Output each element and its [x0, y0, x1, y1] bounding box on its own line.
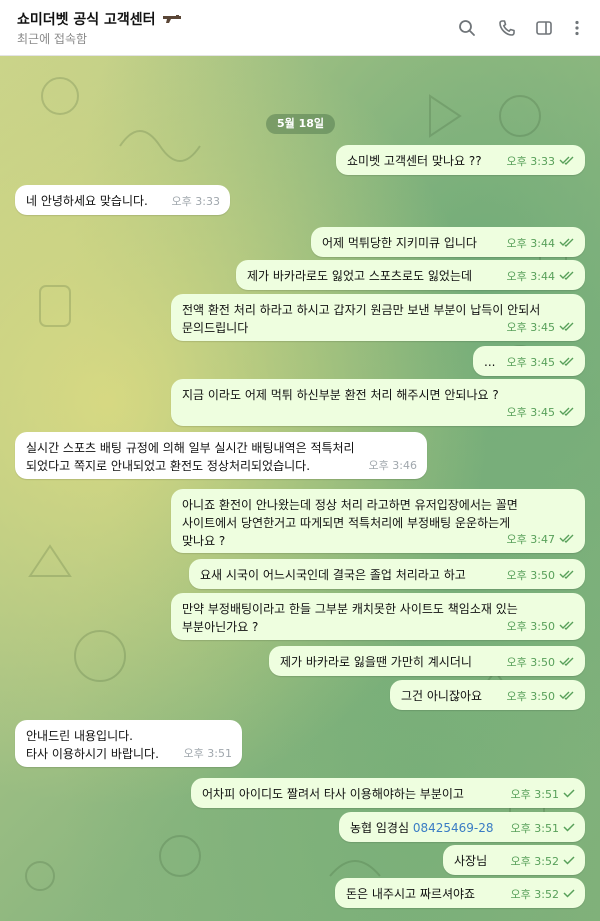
outgoing-message[interactable]: 아니죠 환전이 안나왔는데 정상 처리 라고하면 유저입장에서는 꼴면사이트에서…: [171, 489, 585, 553]
message-meta: 오후 3:51: [511, 786, 575, 804]
double-check-icon: [559, 688, 575, 706]
message-meta: 오후 3:50: [507, 654, 575, 672]
message-meta: 오후 3:50: [507, 567, 575, 585]
message-time: 오후 3:50: [506, 620, 555, 633]
check-icon: [563, 853, 575, 871]
outgoing-message[interactable]: 요새 시국이 어느시국인데 결국은 졸업 처리라고 하고 오후 3:50: [189, 559, 585, 589]
message-meta: 오후 3:50: [507, 618, 575, 636]
message-time: 오후 3:33: [506, 155, 555, 168]
message-time: 오후 3:44: [506, 270, 555, 283]
message-time: 오후 3:33: [171, 195, 220, 208]
message-text: 지금 이라도 어제 먹튀 하신부분 환전 처리 해주시면 안되나요 ?: [182, 388, 499, 402]
message-text: 안내드린 내용입니다.: [26, 729, 133, 743]
outgoing-message[interactable]: 지금 이라도 어제 먹튀 하신부분 환전 처리 해주시면 안되나요 ? 오후 3:…: [171, 379, 585, 426]
message-text: 실시간 스포츠 배팅 규정에 의해 일부 실시간 배팅내역은 적특처리: [26, 441, 355, 455]
message-time: 오후 3:51: [510, 822, 559, 835]
message-time: 오후 3:44: [506, 237, 555, 250]
double-check-icon: [559, 354, 575, 372]
message-text: 만약 부정배팅이라고 한들 그부분 캐치못한 사이트도 책임소재 있는: [182, 602, 518, 616]
outgoing-message[interactable]: 어차피 아이디도 짤려서 타사 이용해야하는 부분이고 오후 3:51: [191, 778, 585, 808]
incoming-message[interactable]: 안내드린 내용입니다. 타사 이용하시기 바랍니다. 오후 3:51: [15, 720, 242, 767]
message-meta: 오후 3:51: [511, 820, 575, 838]
message-meta: 오후 3:45: [507, 404, 575, 422]
message-meta: 오후 3:44: [507, 235, 575, 253]
more-vertical-icon[interactable]: [566, 17, 588, 39]
message-text: 아니죠 환전이 안나왔는데 정상 처리 라고하면 유저입장에서는 꼴면: [182, 498, 518, 512]
outgoing-message[interactable]: 그건 아니잖아요 오후 3:50: [390, 680, 585, 710]
outgoing-message[interactable]: 농협 임경심 08425469-28 오후 3:51: [339, 812, 585, 842]
message-time: 오후 3:45: [506, 406, 555, 419]
message-meta: 오후 3:47: [507, 531, 575, 549]
double-check-icon: [559, 618, 575, 636]
message-meta: 오후 3:46: [369, 457, 417, 475]
message-time: 오후 3:52: [510, 855, 559, 868]
outgoing-message[interactable]: 쇼미벳 고객센터 맞나요 ?? 오후 3:33: [336, 145, 585, 175]
message-text: 되었다고 쪽지로 안내되었고 환전도 정상처리되었습니다.: [26, 459, 311, 473]
message-time: 오후 3:50: [506, 656, 555, 669]
double-check-icon: [559, 404, 575, 422]
message-meta: 오후 3:52: [511, 853, 575, 871]
outgoing-message[interactable]: 돈은 내주시고 짜르셔야죠 오후 3:52: [335, 878, 585, 908]
message-text: 전액 환전 처리 하라고 하시고 갑자기 원금만 보낸 부분이 납득이 안되서: [182, 303, 541, 317]
double-check-icon: [559, 235, 575, 253]
message-meta: 오후 3:44: [507, 268, 575, 286]
message-meta: 오후 3:33: [172, 193, 220, 211]
check-icon: [563, 820, 575, 838]
phone-number-link[interactable]: 08425469-28: [413, 821, 494, 835]
incoming-message[interactable]: 네 안녕하세요 맞습니다. 오후 3:33: [15, 185, 230, 215]
gun-emoji-icon: [162, 12, 182, 28]
last-seen-status: 최근에 접속함: [17, 32, 88, 46]
check-icon: [563, 886, 575, 904]
message-meta: 오후 3:51: [184, 745, 232, 763]
sidebar-icon[interactable]: [533, 17, 555, 39]
message-time: 오후 3:50: [506, 690, 555, 703]
double-check-icon: [559, 153, 575, 171]
chat-title[interactable]: 쇼미더벳 공식 고객센터: [17, 9, 182, 29]
outgoing-message[interactable]: 사장님 오후 3:52: [443, 845, 585, 875]
message-time: 오후 3:51: [183, 747, 232, 760]
outgoing-message[interactable]: 전액 환전 처리 하라고 하시고 갑자기 원금만 보낸 부분이 납득이 안되서 문…: [171, 294, 585, 341]
chat-area[interactable]: 5월 18일 쇼미벳 고객센터 맞나요 ?? 오후 3:33 네 안녕하세요 맞습니…: [0, 56, 600, 921]
check-icon: [563, 786, 575, 804]
double-check-icon: [559, 319, 575, 337]
message-time: 오후 3:45: [506, 321, 555, 334]
message-text: 사이트에서 당연한거고 따게되면 적특처리에 부정배팅 운운하는게: [182, 516, 511, 530]
outgoing-message[interactable]: 제가 바카라로 잃을땐 가만히 계시더니 오후 3:50: [269, 646, 585, 676]
outgoing-message[interactable]: ... 오후 3:45: [473, 346, 585, 376]
double-check-icon: [559, 531, 575, 549]
message-meta: 오후 3:45: [507, 354, 575, 372]
outgoing-message[interactable]: 만약 부정배팅이라고 한들 그부분 캐치못한 사이트도 책임소재 있는 부분아닌가…: [171, 593, 585, 640]
outgoing-message[interactable]: 제가 바카라로도 잃었고 스포츠로도 잃었는데 오후 3:44: [236, 260, 585, 290]
double-check-icon: [559, 268, 575, 286]
message-time: 오후 3:50: [506, 569, 555, 582]
message-time: 오후 3:51: [510, 788, 559, 801]
chat-header: 쇼미더벳 공식 고객센터 최근에 접속함: [0, 0, 600, 56]
date-separator: 5월 18일: [266, 114, 336, 134]
double-check-icon: [559, 567, 575, 585]
search-icon[interactable]: [456, 17, 478, 39]
phone-icon[interactable]: [496, 17, 518, 39]
message-time: 오후 3:45: [506, 356, 555, 369]
message-time: 오후 3:47: [506, 533, 555, 546]
message-time: 오후 3:52: [510, 888, 559, 901]
double-check-icon: [559, 654, 575, 672]
outgoing-message[interactable]: 어제 먹튀당한 지키미큐 입니다 오후 3:44: [311, 227, 585, 257]
message-meta: 오후 3:45: [507, 319, 575, 337]
message-meta: 오후 3:52: [511, 886, 575, 904]
message-time: 오후 3:46: [368, 459, 417, 472]
message-meta: 오후 3:33: [507, 153, 575, 171]
incoming-message[interactable]: 실시간 스포츠 배팅 규정에 의해 일부 실시간 배팅내역은 적특처리되었다고 …: [15, 432, 427, 479]
message-meta: 오후 3:50: [507, 688, 575, 706]
chat-title-text: 쇼미더벳 공식 고객센터: [17, 12, 156, 28]
